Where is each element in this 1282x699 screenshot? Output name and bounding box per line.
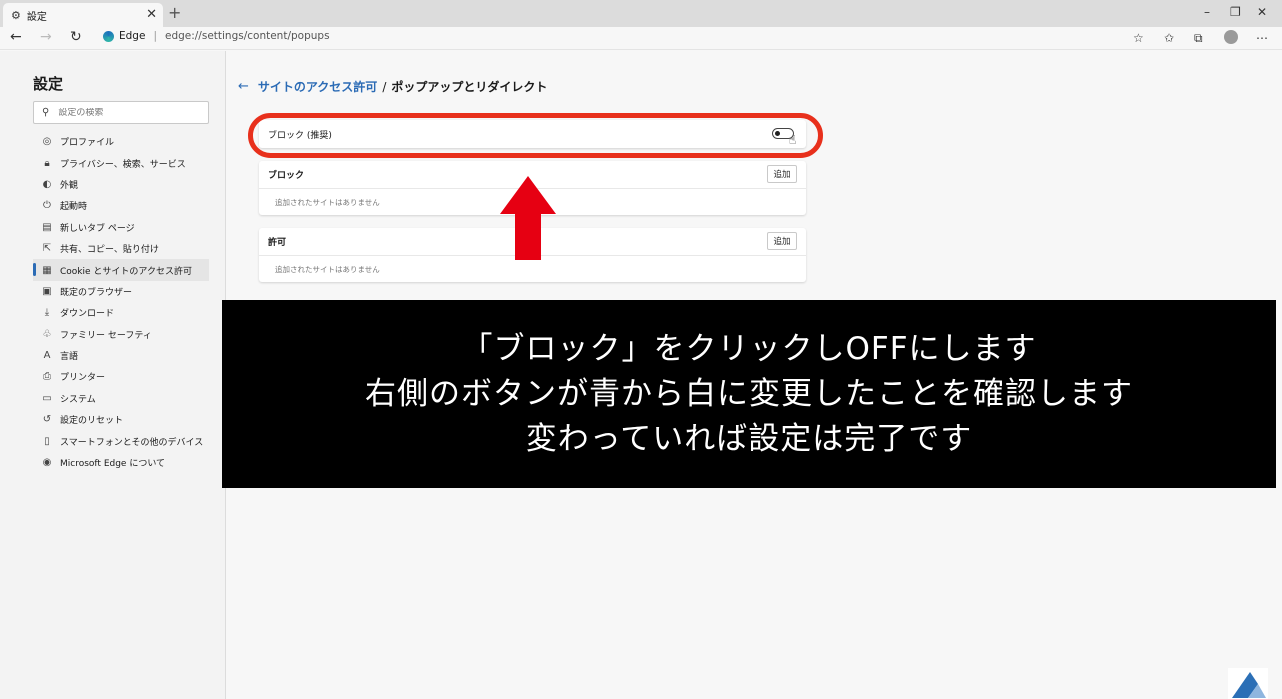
window-close-icon[interactable]: ✕ (1257, 5, 1267, 19)
back-icon[interactable]: ← (10, 29, 22, 45)
sidebar-item[interactable]: A 言語 (33, 345, 209, 366)
sidebar-item-label: 既定のブラウザー (60, 287, 133, 298)
search-input[interactable] (58, 107, 199, 118)
sidebar-item-label: 言語 (60, 352, 79, 363)
sidebar-item-label: 起動時 (60, 202, 88, 213)
sidebar-item-label: 設定のリセット (60, 416, 124, 427)
restore-icon[interactable]: ❐ (1230, 5, 1241, 19)
gear-icon: ⚙ (11, 8, 21, 22)
reset-icon: ↺ (42, 414, 52, 426)
new-tab-icon[interactable]: + (168, 3, 181, 22)
sidebar-item[interactable]: ◐ 外観 (33, 174, 209, 195)
sidebar-item[interactable]: ◎ プロファイル (33, 131, 209, 152)
logo-icon (1228, 668, 1268, 699)
sidebar-item[interactable]: ⤓ ダウンロード (33, 302, 209, 323)
sidebar-item-label: 共有、コピー、貼り付け (60, 245, 159, 256)
cookie-site-icon: ▦ (42, 264, 52, 276)
language-icon: A (43, 350, 51, 362)
tab-strip: ⚙ 設定 ✕ + – ❐ ✕ (0, 0, 1282, 27)
forward-icon[interactable]: → (40, 29, 52, 45)
breadcrumb-parent-link[interactable]: サイトのアクセス許可 (258, 78, 377, 95)
favorites-icon[interactable]: ✩ (1164, 31, 1174, 45)
sidebar-item[interactable]: ⎙ プリンター (33, 366, 209, 387)
family-icon: ♧ (42, 328, 52, 340)
address-bar[interactable]: Edge | edge://settings/content/popups (103, 30, 330, 42)
sidebar-item-label: ダウンロード (60, 309, 115, 320)
system-icon: ▭ (42, 392, 52, 404)
add-favorite-icon[interactable]: ☆ (1133, 31, 1144, 45)
breadcrumb: ← サイトのアクセス許可 / ポップアップとリダイレクト (238, 78, 547, 95)
allow-section-title: 許可 (268, 238, 287, 248)
settings-sidebar: 設定 ⚲ ◎ プロファイル 🔒︎ プライバシー、検索、サービス ◐ 外観 ⏻ 起動時 ▤ 新しいタ… (0, 51, 226, 699)
profile-avatar[interactable] (1224, 30, 1238, 44)
sidebar-item[interactable]: ◉ Microsoft Edge について (33, 452, 209, 473)
url-separator: | (153, 30, 157, 42)
sidebar-item[interactable]: ↺ 設定のリセット (33, 409, 209, 430)
download-icon: ⤓ (44, 307, 50, 319)
share-icon: ⇱ (42, 243, 52, 255)
settings-search[interactable]: ⚲ (33, 101, 209, 124)
breadcrumb-separator: / (382, 79, 387, 94)
tab-settings[interactable]: ⚙ 設定 ✕ (3, 3, 163, 27)
sidebar-item[interactable]: ⏻ 起動時 (33, 195, 209, 216)
edge-logo-icon (103, 30, 114, 42)
new-tab-icon: ▤ (42, 221, 52, 233)
sidebar-item-label: プロファイル (60, 138, 115, 149)
sidebar-item-label: スマートフォンとその他のデバイス (60, 437, 204, 448)
refresh-icon[interactable]: ↻ (70, 29, 82, 45)
highlight-ring (248, 113, 823, 158)
tab-title: 設定 (26, 11, 47, 23)
minimize-icon[interactable]: – (1204, 5, 1210, 19)
edge-logo-icon: ◉ (42, 457, 52, 469)
sidebar-item[interactable]: ▦ Cookie とサイトのアクセス許可 (33, 259, 209, 281)
block-section-title: ブロック (268, 171, 305, 181)
caption-line-1: 「ブロック」をクリックしOFFにします (461, 330, 1037, 367)
sidebar-item-label: 新しいタブ ページ (60, 223, 135, 234)
sidebar-item-label: 外観 (60, 180, 79, 191)
collections-icon[interactable]: ⧉ (1194, 31, 1203, 46)
sidebar-item-label: プリンター (60, 373, 106, 384)
caption-line-2: 右側のボタンが青から白に変更したことを確認します (365, 375, 1133, 412)
close-tab-icon[interactable]: ✕ (146, 7, 157, 22)
back-arrow-icon[interactable]: ← (238, 79, 249, 94)
appearance-icon: ◐ (42, 178, 52, 190)
sidebar-item[interactable]: ▣ 既定のブラウザー (33, 281, 209, 302)
address-toolbar: ← → ↻ Edge | edge://settings/content/pop… (0, 27, 1282, 50)
sidebar-item-label: プライバシー、検索、サービス (60, 159, 186, 170)
browser-icon: ▣ (42, 285, 52, 297)
sidebar-item[interactable]: ▭ システム (33, 388, 209, 409)
allow-add-button[interactable]: 追加 (767, 232, 797, 250)
red-arrow-icon (500, 176, 556, 260)
more-icon[interactable]: ⋯ (1256, 31, 1268, 45)
sidebar-item[interactable]: ⇱ 共有、コピー、貼り付け (33, 238, 209, 259)
printer-icon: ⎙ (43, 371, 51, 383)
sidebar-item-label: Cookie とサイトのアクセス許可 (60, 266, 192, 277)
sidebar-item[interactable]: ▯ スマートフォンとその他のデバイス (33, 430, 209, 451)
caption-box: 「ブロック」をクリックしOFFにします 右側のボタンが青から白に変更したことを確… (222, 300, 1276, 488)
profile-icon: ◎ (42, 136, 52, 148)
power-icon: ⏻ (43, 200, 51, 212)
search-icon: ⚲ (42, 107, 50, 118)
sidebar-item-label: ファミリー セーフティ (60, 330, 152, 341)
url-brand: Edge (119, 30, 146, 42)
phone-icon: ▯ (44, 435, 50, 447)
lock-icon: 🔒︎ (44, 157, 50, 169)
url-text: edge://settings/content/popups (164, 30, 330, 42)
sidebar-item[interactable]: 🔒︎ プライバシー、検索、サービス (33, 152, 209, 173)
sidebar-menu: ◎ プロファイル 🔒︎ プライバシー、検索、サービス ◐ 外観 ⏻ 起動時 ▤ 新しいタブ ページ… (33, 131, 209, 473)
sidebar-item[interactable]: ▤ 新しいタブ ページ (33, 217, 209, 238)
block-add-button[interactable]: 追加 (767, 165, 797, 183)
sidebar-item-label: システム (60, 394, 96, 405)
sidebar-item-label: Microsoft Edge について (60, 459, 166, 470)
sidebar-item[interactable]: ♧ ファミリー セーフティ (33, 324, 209, 345)
page-title: ポップアップとリダイレクト (391, 80, 548, 94)
caption-line-3: 変わっていれば設定は完了です (525, 420, 973, 457)
sidebar-title: 設定 (33, 75, 64, 93)
